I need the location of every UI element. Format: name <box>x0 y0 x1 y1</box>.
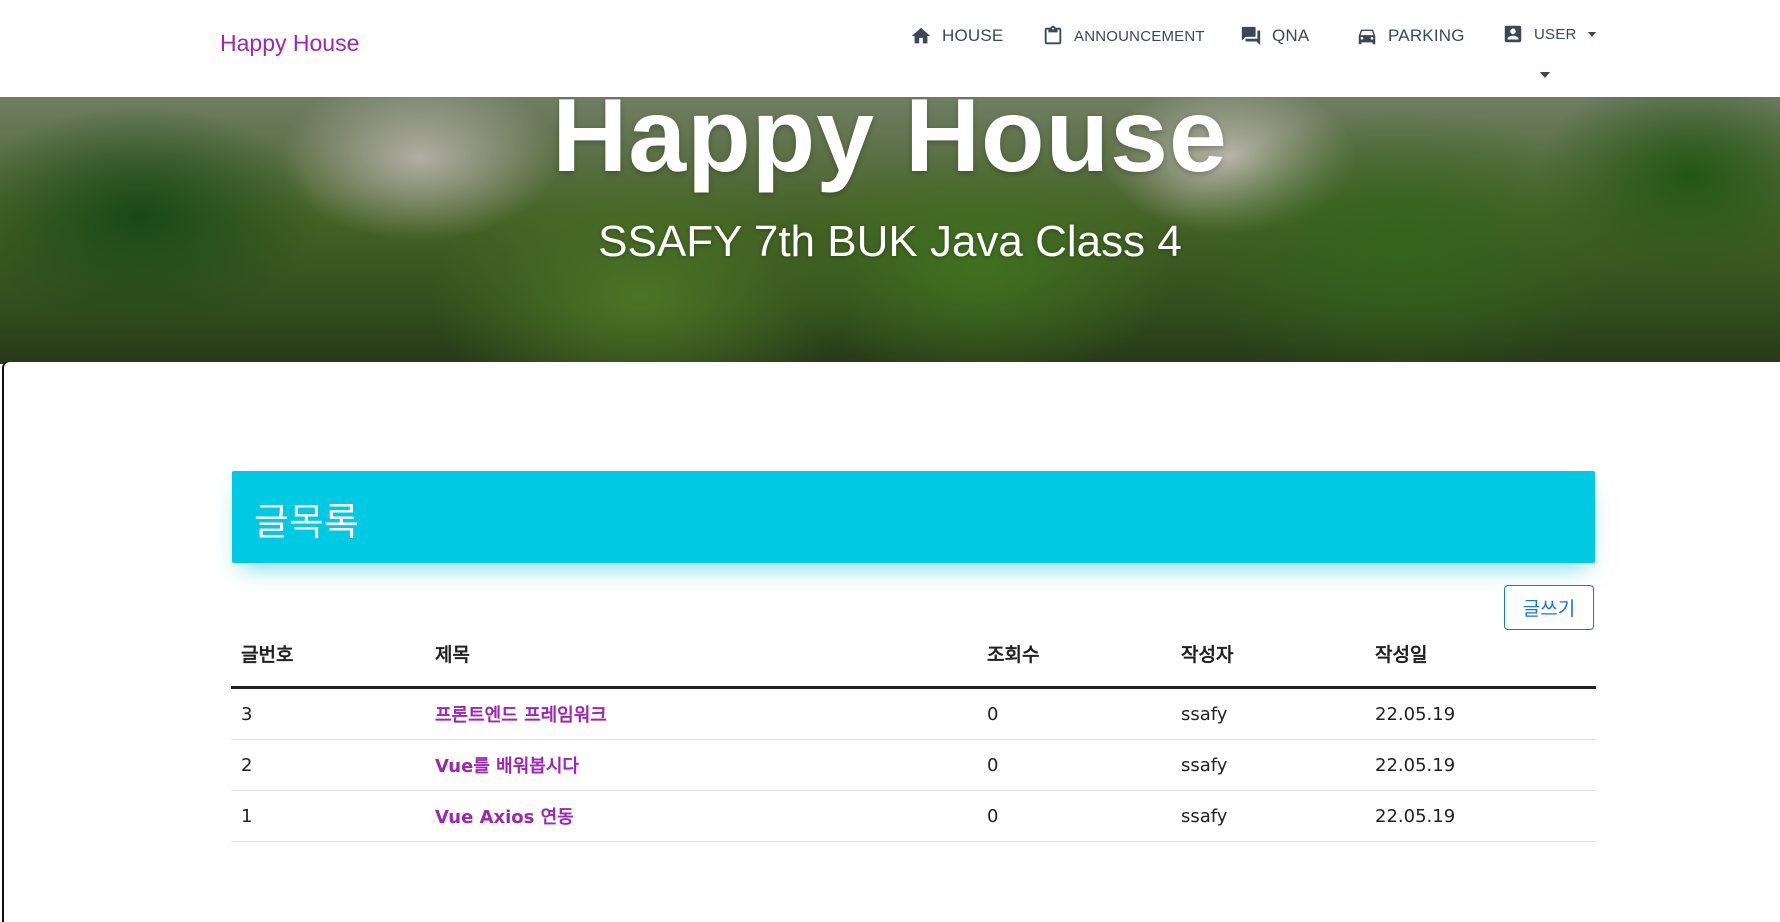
nav-user-dropdown[interactable]: USER <box>1502 20 1597 48</box>
nav-user-label: USER <box>1534 25 1577 43</box>
article-title-link[interactable]: Vue를 배워봅시다 <box>425 739 977 791</box>
hero-subtitle: SSAFY 7th BUK Java Class 4 <box>598 217 1182 266</box>
cell-date: 22.05.19 <box>1365 790 1596 842</box>
column-header-hit: 조회수 <box>977 640 1171 689</box>
cell-hit: 0 <box>977 739 1171 791</box>
cell-no: 3 <box>231 687 425 740</box>
article-title-link[interactable]: Vue Axios 연동 <box>425 790 977 842</box>
brand-link[interactable]: Happy House <box>220 30 359 57</box>
article-title-link[interactable]: 프론트엔드 프레임워크 <box>425 687 977 740</box>
cell-hit: 0 <box>977 687 1171 740</box>
home-icon <box>911 27 931 44</box>
nav-qna[interactable]: QNA <box>1240 22 1309 50</box>
nav-parking[interactable]: PARKING <box>1356 22 1465 50</box>
hero-banner: Happy House SSAFY 7th BUK Java Class 4 <box>0 97 1780 364</box>
cell-user: ssafy <box>1171 687 1365 740</box>
navbar: Happy House HOUSE ANNOUNCEMENT QNA PARKI… <box>0 0 1780 97</box>
column-header-date: 작성일 <box>1365 640 1596 689</box>
table-header-row: 글번호 제목 조회수 작성자 작성일 <box>231 640 1596 689</box>
cell-user: ssafy <box>1171 739 1365 791</box>
cell-date: 22.05.19 <box>1365 739 1596 791</box>
table-row[interactable]: 3 프론트엔드 프레임워크 0 ssafy 22.05.19 <box>231 687 1596 740</box>
board-header: 글목록 <box>232 471 1595 563</box>
write-button[interactable]: 글쓰기 <box>1504 585 1594 630</box>
account-box-icon <box>1504 25 1522 43</box>
hero-title: Happy House <box>552 97 1228 194</box>
dropdown-caret-icon[interactable] <box>1540 72 1550 78</box>
board-title: 글목록 <box>254 500 359 544</box>
cell-user: ssafy <box>1171 790 1365 842</box>
cell-hit: 0 <box>977 790 1171 842</box>
table-row[interactable]: 2 Vue를 배워봅시다 0 ssafy 22.05.19 <box>231 739 1596 791</box>
column-header-no: 글번호 <box>231 640 425 689</box>
nav-announcement[interactable]: ANNOUNCEMENT <box>1042 22 1205 50</box>
column-header-user: 작성자 <box>1171 640 1365 689</box>
column-header-title: 제목 <box>425 640 977 689</box>
cell-date: 22.05.19 <box>1365 687 1596 740</box>
nav-parking-label: PARKING <box>1388 26 1465 45</box>
board-table: 글번호 제목 조회수 작성자 작성일 3 프론트엔드 프레임워크 0 ssafy… <box>231 640 1596 842</box>
nav-announcement-label: ANNOUNCEMENT <box>1074 27 1205 45</box>
clipboard-icon <box>1044 25 1062 45</box>
chevron-down-icon <box>1588 31 1597 37</box>
forum-icon <box>1241 26 1261 46</box>
nav-qna-label: QNA <box>1272 26 1310 45</box>
cell-no: 2 <box>231 739 425 791</box>
nav-house[interactable]: HOUSE <box>910 22 1003 50</box>
car-icon <box>1358 29 1376 45</box>
table-row[interactable]: 1 Vue Axios 연동 0 ssafy 22.05.19 <box>231 790 1596 842</box>
cell-no: 1 <box>231 790 425 842</box>
nav-house-label: HOUSE <box>942 26 1004 45</box>
